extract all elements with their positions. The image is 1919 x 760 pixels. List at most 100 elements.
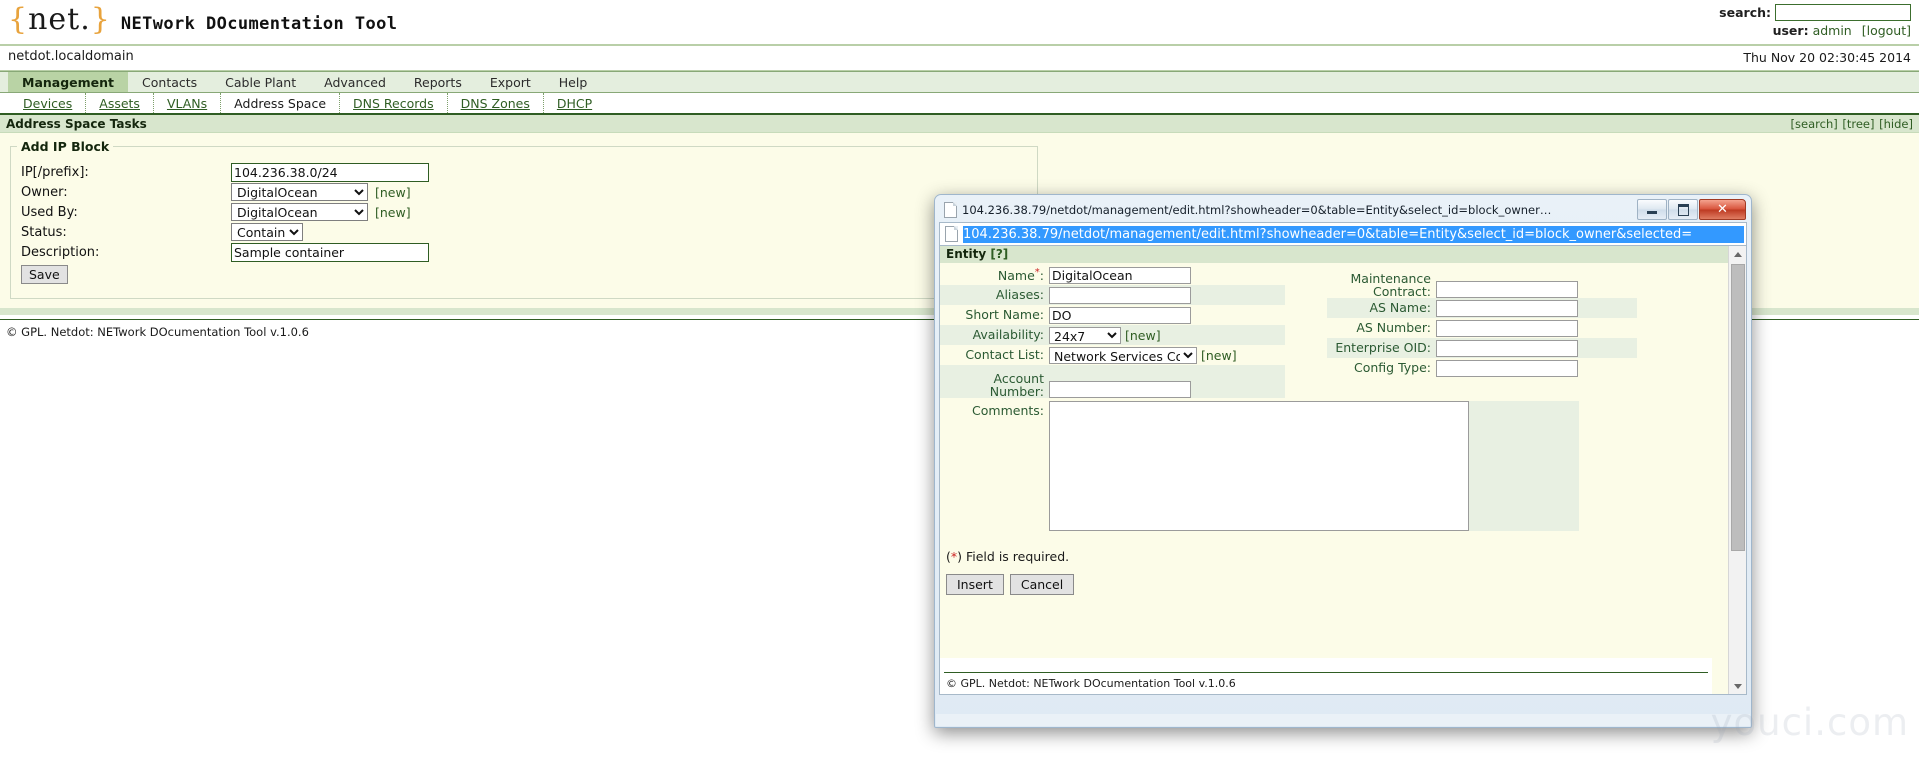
description-input[interactable] bbox=[231, 242, 429, 262]
entity-input-aliases[interactable] bbox=[1049, 286, 1191, 304]
nav-item-advanced[interactable]: Advanced bbox=[310, 72, 400, 92]
entity-input-enterprise-oid[interactable] bbox=[1436, 339, 1578, 357]
entity-label-contact-list: Contact List: bbox=[965, 347, 1044, 362]
entity-select-availability[interactable]: 24x7 bbox=[1049, 326, 1121, 344]
popup-content: Entity [?] Name*: Aliases: Short Name: Avai… bbox=[940, 246, 1729, 694]
save-button[interactable]: Save bbox=[21, 264, 68, 284]
comments-shade bbox=[1469, 401, 1579, 531]
subnav-item-devices[interactable]: Devices bbox=[10, 93, 87, 113]
comments-label: Comments: bbox=[972, 403, 1044, 418]
netdot-logo: {net.} bbox=[8, 2, 111, 37]
entity-row-aliases: Aliases: bbox=[940, 285, 1285, 305]
popup-url-text[interactable]: 104.236.38.79/netdot/management/edit.htm… bbox=[963, 225, 1744, 243]
brand: {net.} NETwork DOcumentation Tool bbox=[8, 2, 397, 37]
url-page-icon bbox=[945, 226, 958, 242]
entity-row-maintenance-contract: Maintenance Contract: bbox=[1327, 265, 1637, 298]
logout-link[interactable]: [logout] bbox=[1862, 23, 1911, 38]
nav-item-management[interactable]: Management bbox=[8, 72, 129, 92]
nav-item-help[interactable]: Help bbox=[545, 72, 602, 92]
entity-title-text: Entity bbox=[946, 247, 987, 261]
owner-new-link[interactable]: [new] bbox=[375, 185, 411, 200]
entity-input-as-name[interactable] bbox=[1436, 299, 1578, 317]
sub-header: netdot.localdomain Thu Nov 20 02:30:45 2… bbox=[0, 46, 1919, 71]
popup-body: Entity [?] Name*: Aliases: Short Name: Avai… bbox=[939, 245, 1747, 695]
main-navigation: Management Contacts Cable Plant Advanced Rep… bbox=[0, 71, 1919, 93]
entity-input-name[interactable] bbox=[1049, 266, 1191, 284]
maximize-button-icon[interactable] bbox=[1668, 199, 1698, 220]
subnav-item-dns-records[interactable]: DNS Records bbox=[340, 93, 448, 113]
entity-input-config-type[interactable] bbox=[1436, 359, 1578, 377]
insert-button[interactable]: Insert bbox=[946, 574, 1004, 595]
close-button-icon[interactable]: ✕ bbox=[1699, 199, 1746, 220]
required-note-suffix: ) Field is required. bbox=[957, 549, 1070, 564]
entity-input-account-number[interactable] bbox=[1049, 381, 1191, 398]
task-link-tree[interactable]: [tree] bbox=[1842, 117, 1874, 131]
status-select[interactable]: Container bbox=[231, 223, 303, 241]
subnav-item-dns-zones[interactable]: DNS Zones bbox=[448, 93, 544, 113]
task-bar: Address Space Tasks [search] [tree] [hid… bbox=[0, 115, 1919, 133]
nav-item-export[interactable]: Export bbox=[476, 72, 545, 92]
entity-row-as-name: AS Name: bbox=[1327, 298, 1637, 318]
entity-input-as-number[interactable] bbox=[1436, 319, 1578, 337]
form-row-save: Save bbox=[21, 262, 1037, 284]
popup-url-bar[interactable]: 104.236.38.79/netdot/management/edit.htm… bbox=[939, 222, 1747, 245]
owner-select[interactable]: DigitalOcean bbox=[231, 183, 368, 201]
popup-vertical-scrollbar[interactable] bbox=[1728, 246, 1746, 694]
popup-footer-text: © GPL. Netdot: NETwork DOcumentation Too… bbox=[940, 673, 1712, 690]
entity-columns: Name*: Aliases: Short Name: Availability: 24… bbox=[940, 263, 1729, 398]
usedby-select[interactable]: DigitalOcean bbox=[231, 203, 368, 221]
entity-popup-window[interactable]: 104.236.38.79/netdot/management/edit.htm… bbox=[934, 194, 1752, 728]
task-bar-links: [search] [tree] [hide] bbox=[1790, 117, 1913, 131]
usedby-new-link[interactable]: [new] bbox=[375, 205, 411, 220]
scrollbar-thumb[interactable] bbox=[1731, 264, 1745, 551]
entity-left-column: Name*: Aliases: Short Name: Availability: 24… bbox=[940, 265, 1285, 398]
entity-label-short-name: Short Name: bbox=[965, 307, 1044, 322]
nav-item-cable-plant[interactable]: Cable Plant bbox=[211, 72, 310, 92]
ip-prefix-input[interactable] bbox=[231, 162, 429, 182]
entity-row-short-name: Short Name: bbox=[940, 305, 1285, 325]
popup-statusbar bbox=[936, 714, 1750, 726]
close-icon: ✕ bbox=[1717, 201, 1728, 217]
entity-row-name: Name*: bbox=[940, 265, 1285, 285]
nav-item-contacts[interactable]: Contacts bbox=[128, 72, 211, 92]
search-input[interactable] bbox=[1775, 4, 1911, 21]
subnav-item-assets[interactable]: Assets bbox=[86, 93, 154, 113]
popup-titlebar[interactable]: 104.236.38.79/netdot/management/edit.htm… bbox=[938, 198, 1748, 222]
scroll-down-arrow-icon[interactable] bbox=[1729, 678, 1746, 694]
entity-new-link-availability[interactable]: [new] bbox=[1125, 328, 1161, 343]
entity-label-enterprise-oid: Enterprise OID: bbox=[1335, 340, 1431, 355]
entity-help-link[interactable]: [?] bbox=[990, 247, 1008, 261]
scroll-up-arrow-icon[interactable] bbox=[1729, 246, 1746, 262]
subnav-item-dhcp[interactable]: DHCP bbox=[544, 93, 605, 113]
sub-navigation: Devices Assets VLANs Address Space DNS Recor… bbox=[0, 93, 1919, 115]
nav-item-reports[interactable]: Reports bbox=[400, 72, 476, 92]
page-icon bbox=[944, 202, 957, 218]
task-link-hide[interactable]: [hide] bbox=[1879, 117, 1913, 131]
entity-row-enterprise-oid: Enterprise OID: bbox=[1327, 338, 1637, 358]
subnav-item-address-space[interactable]: Address Space bbox=[221, 93, 341, 113]
entity-input-maintenance-contract[interactable] bbox=[1436, 281, 1578, 298]
entity-new-link-contact-list[interactable]: [new] bbox=[1201, 348, 1237, 363]
add-ip-block-legend: Add IP Block bbox=[21, 139, 110, 154]
domain-name: netdot.localdomain bbox=[8, 49, 134, 64]
entity-right-column: Maintenance Contract: AS Name: AS Number: En… bbox=[1327, 265, 1637, 398]
comments-textarea[interactable] bbox=[1049, 401, 1469, 531]
minimize-icon bbox=[1647, 211, 1657, 214]
entity-select-contact-list[interactable]: Network Services Contacts bbox=[1049, 346, 1197, 364]
entity-label-availability: Availability: bbox=[972, 327, 1044, 342]
task-link-search[interactable]: [search] bbox=[1791, 117, 1838, 131]
entity-label-as-number: AS Number: bbox=[1356, 320, 1431, 335]
search-label: search: bbox=[1719, 5, 1771, 20]
task-bar-title: Address Space Tasks bbox=[6, 117, 147, 131]
entity-row-account-number: Account Number: bbox=[940, 365, 1285, 398]
user-name: admin bbox=[1812, 23, 1852, 38]
subnav-item-vlans[interactable]: VLANs bbox=[154, 93, 222, 113]
cancel-button[interactable]: Cancel bbox=[1009, 574, 1075, 595]
entity-label-maintenance-contract: Maintenance Contract: bbox=[1350, 271, 1432, 299]
entity-bar-title: Entity [?] bbox=[946, 247, 1008, 261]
entity-input-short-name[interactable] bbox=[1049, 306, 1191, 324]
entity-row-as-number: AS Number: bbox=[1327, 318, 1637, 338]
triangle-down-icon bbox=[1733, 683, 1742, 689]
minimize-button-icon[interactable] bbox=[1637, 199, 1667, 220]
required-field-note: (*) Field is required. bbox=[940, 531, 1729, 564]
